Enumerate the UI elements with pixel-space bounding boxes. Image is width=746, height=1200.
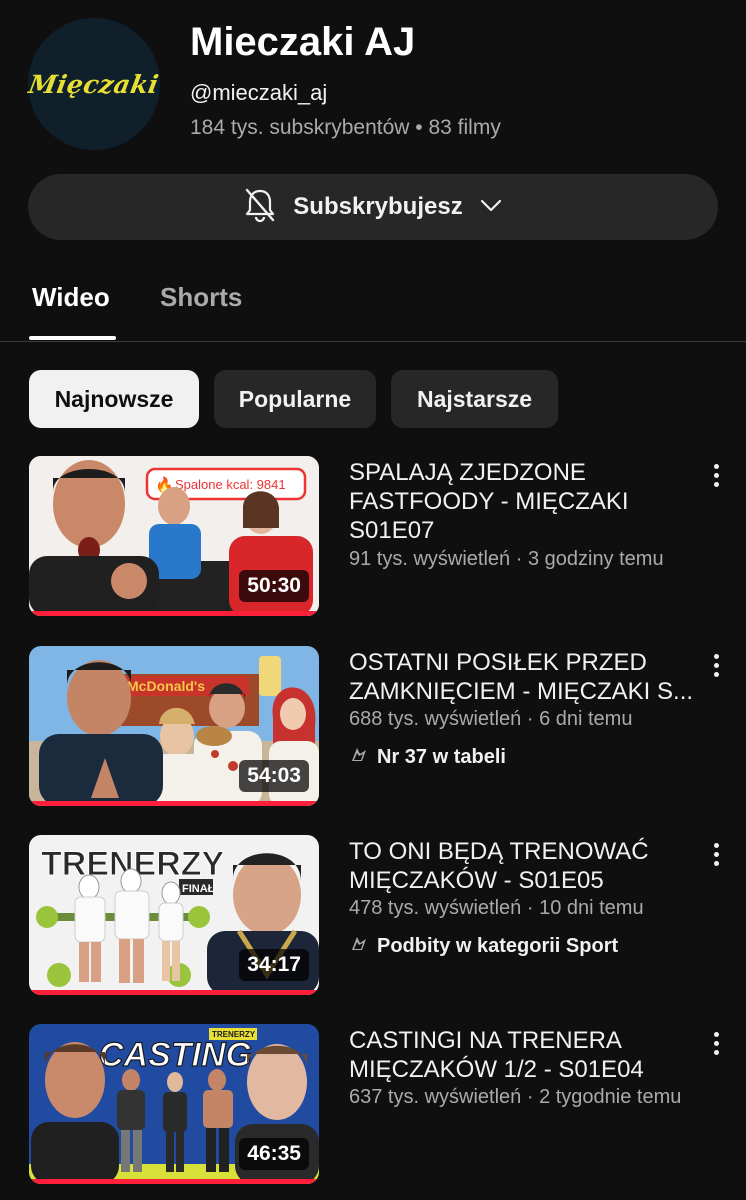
tab-shorts[interactable]: Shorts bbox=[160, 282, 242, 313]
trending-badge-label: Nr 37 w tabeli bbox=[377, 745, 506, 768]
video-item[interactable]: 🔥 Spalone kcal: 9841 50:30 SPALAJĄ ZJEDZ… bbox=[0, 456, 746, 616]
video-duration: 50:30 bbox=[239, 570, 309, 602]
chevron-down-icon bbox=[479, 193, 503, 222]
trending-flame-icon bbox=[349, 933, 369, 959]
thumbnail-subtext: FINAŁ bbox=[182, 883, 215, 895]
video-title[interactable]: CASTINGI NA TRENERA MIĘCZAKÓW 1/2 - S01E… bbox=[349, 1026, 704, 1084]
thumbnail-text: Spalone kcal: 9841 bbox=[175, 477, 286, 492]
video-thumbnail[interactable]: TRENERZY FINAŁ 34:17 bbox=[29, 835, 319, 995]
bell-off-icon bbox=[243, 187, 277, 228]
video-meta: 478 tys. wyświetleń · 10 dni temu bbox=[349, 897, 644, 919]
channel-handle: @mieczaki_aj bbox=[190, 80, 328, 105]
thumbnail-text: CASTING bbox=[99, 1036, 252, 1074]
watch-progress-bar bbox=[29, 1179, 319, 1184]
video-item[interactable]: TRENERZY FINAŁ 34:17 TO ONI BĘDĄ TRENOWA… bbox=[0, 835, 746, 995]
video-duration: 46:35 bbox=[239, 1138, 309, 1170]
more-options-icon[interactable] bbox=[706, 839, 726, 869]
video-thumbnail[interactable]: 🔥 Spalone kcal: 9841 50:30 bbox=[29, 456, 319, 616]
filter-chip-popularne[interactable]: Popularne bbox=[214, 370, 376, 428]
video-item[interactable]: CASTING TRENERZY 46:35 CASTINGI NA TRENE… bbox=[0, 1024, 746, 1184]
more-options-icon[interactable] bbox=[706, 460, 726, 490]
more-options-icon[interactable] bbox=[706, 1028, 726, 1058]
video-duration: 54:03 bbox=[239, 760, 309, 792]
subscribe-label: Subskrybujesz bbox=[293, 193, 463, 220]
more-options-icon[interactable] bbox=[706, 650, 726, 680]
thumbnail-subtext: TRENERZY bbox=[212, 1030, 256, 1039]
channel-avatar[interactable]: Mięczaki bbox=[26, 18, 162, 150]
watch-progress-bar bbox=[29, 611, 319, 616]
trending-badge-label: Podbity w kategorii Sport bbox=[377, 934, 619, 957]
watch-progress-bar bbox=[29, 990, 319, 995]
video-thumbnail[interactable]: CASTING TRENERZY 46:35 bbox=[29, 1024, 319, 1184]
filter-chip-najnowsze[interactable]: Najnowsze bbox=[29, 370, 199, 428]
active-tab-indicator bbox=[29, 336, 116, 340]
trending-badge: Nr 37 w tabeli bbox=[349, 744, 506, 770]
video-meta: 91 tys. wyświetleń · 3 godziny temu bbox=[349, 548, 664, 570]
filter-chip-najstarsze[interactable]: Najstarsze bbox=[391, 370, 558, 428]
watch-progress-bar bbox=[29, 801, 319, 806]
video-meta: 688 tys. wyświetleń · 6 dni temu bbox=[349, 708, 633, 730]
channel-tabs: Wideo Shorts bbox=[0, 262, 746, 342]
video-thumbnail[interactable]: McDonald's 54:03 bbox=[29, 646, 319, 806]
video-title[interactable]: SPALAJĄ ZJEDZONE FASTFOODY - MIĘCZAKI S0… bbox=[349, 458, 704, 545]
video-duration: 34:17 bbox=[239, 949, 309, 981]
video-meta: 637 tys. wyświetleń · 2 tygodnie temu bbox=[349, 1086, 682, 1108]
video-title[interactable]: OSTATNI POSIŁEK PRZED ZAMKNIĘCIEM - MIĘC… bbox=[349, 648, 704, 706]
channel-name: Mieczaki AJ bbox=[190, 20, 416, 64]
channel-logo: Mięczaki bbox=[26, 69, 162, 99]
trending-badge: Podbity w kategorii Sport bbox=[349, 933, 618, 959]
tab-wideo[interactable]: Wideo bbox=[32, 282, 110, 313]
channel-stats: 184 tys. subskrybentów • 83 filmy bbox=[190, 116, 501, 139]
subscribe-button[interactable]: Subskrybujesz bbox=[28, 174, 718, 240]
video-item[interactable]: McDonald's 54:03 OSTATNI POSIŁEK PRZED Z… bbox=[0, 646, 746, 806]
trending-flame-icon bbox=[349, 744, 369, 770]
thumbnail-text: McDonald's bbox=[127, 678, 205, 694]
video-title[interactable]: TO ONI BĘDĄ TRENOWAĆ MIĘCZAKÓW - S01E05 bbox=[349, 837, 704, 895]
